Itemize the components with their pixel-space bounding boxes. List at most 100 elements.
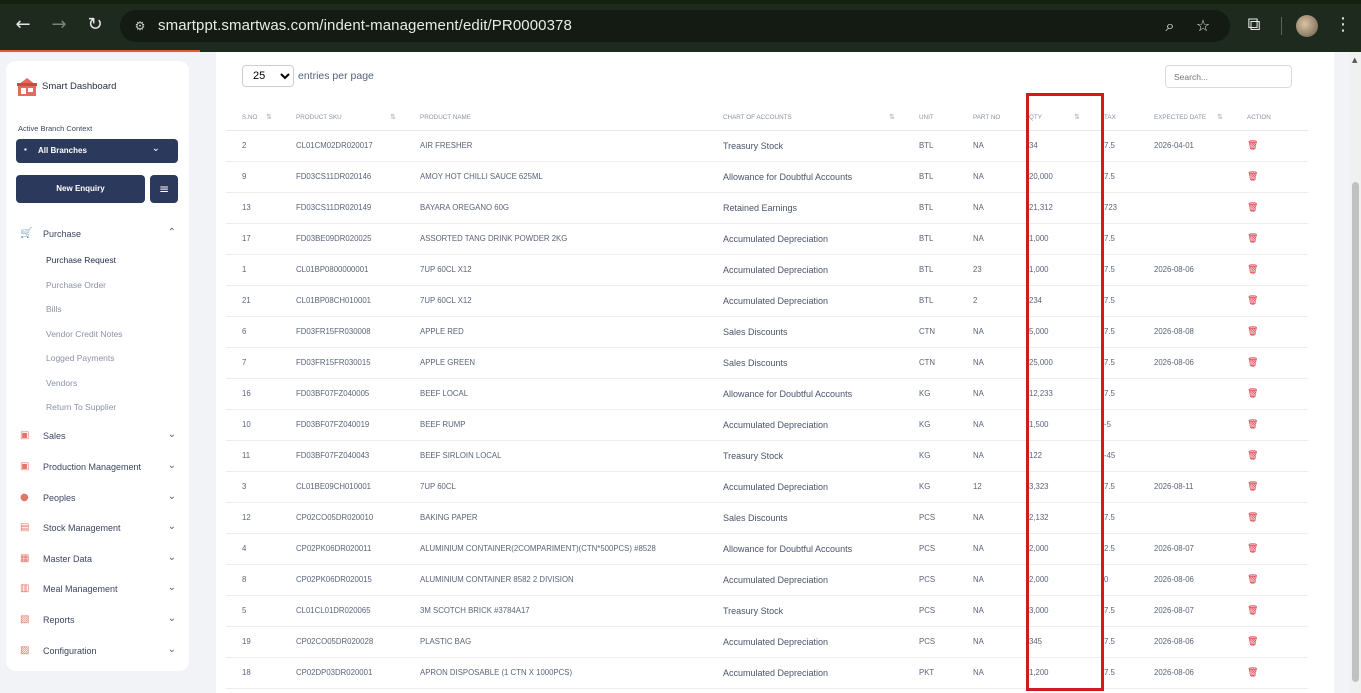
sidebar: Smart Dashboard Active Branch Context ▪ … — [6, 61, 189, 671]
sidebar-item-label: Reports — [43, 615, 75, 625]
sidebar-subitem-purchase-order[interactable]: Purchase Order — [46, 280, 106, 290]
cell-chart-of-accounts: Treasury Stock — [707, 130, 903, 162]
page-scrollbar[interactable]: ▲ — [1350, 52, 1361, 693]
cell-expected-date — [1138, 502, 1231, 534]
sidebar-subitem-vendors[interactable]: Vendors — [46, 378, 77, 388]
sort-icon[interactable]: ⇅ — [1217, 113, 1223, 121]
cell-expected-date — [1138, 161, 1231, 193]
sidebar-subitem-logged-payments[interactable]: Logged Payments — [46, 353, 115, 363]
trash-icon[interactable]: 🗑 — [1247, 327, 1258, 337]
zoom-icon[interactable]: ⌕ — [1160, 16, 1180, 36]
cell-sku: FD03CS11DR020149 — [280, 192, 404, 224]
column-header-product-sku[interactable]: PRODUCT SKU ⇅ — [280, 106, 404, 131]
more-menu-icon[interactable]: ⋮ — [1332, 14, 1354, 36]
trash-icon[interactable]: 🗑 — [1247, 203, 1258, 213]
sidebar-subitem-bills[interactable]: Bills — [46, 304, 62, 314]
trash-icon[interactable]: 🗑 — [1247, 141, 1258, 151]
sidebar-item-master-data[interactable]: ▦ Master Data ⌄ — [18, 550, 180, 570]
cell-sku: FD03CS11DR020146 — [280, 161, 404, 193]
cell-expected-date: 2026-08-06 — [1138, 626, 1231, 658]
trash-icon[interactable]: 🗑 — [1247, 575, 1258, 585]
sidebar-item-stock-management[interactable]: ▤ Stock Management ⌄ — [18, 519, 180, 539]
sidebar-item-meal-management[interactable]: ▥ Meal Management ⌄ — [18, 580, 180, 600]
cell-expected-date: 2026-08-06 — [1138, 254, 1231, 286]
column-header-part-no[interactable]: PART NO — [957, 106, 1013, 131]
table-row: 12 CP02CO05DR020010 BAKING PAPER Sales Disc… — [226, 502, 1308, 534]
table-row: 19 CP02CO05DR020028 PLASTIC BAG Accumulated… — [226, 626, 1308, 658]
sidebar-subitem-purchase-request[interactable]: Purchase Request — [46, 255, 116, 265]
sidebar-item-label: Production Management — [43, 462, 142, 472]
cell-sku: CP02CO05DR020028 — [280, 626, 404, 658]
trash-icon[interactable]: 🗑 — [1247, 265, 1258, 275]
branch-select-value: All Branches — [38, 146, 87, 155]
column-header-chart-of-accounts[interactable]: CHART OF ACCOUNTS ⇅ — [707, 106, 903, 131]
sort-icon[interactable]: ⇅ — [889, 113, 895, 121]
column-header-sno[interactable]: S.NO ⇅ — [226, 106, 280, 131]
new-enquiry-button[interactable]: New Enquiry — [16, 175, 145, 203]
trash-icon[interactable]: 🗑 — [1247, 420, 1258, 430]
cell-expected-date: 2026-08-06 — [1138, 657, 1231, 689]
sidebar-subitem-return-to-supplier[interactable]: Return To Supplier — [46, 402, 116, 412]
cell-unit: KG — [903, 440, 957, 472]
back-icon[interactable]: ← — [12, 14, 34, 36]
column-header-product-name[interactable]: PRODUCT NAME — [404, 106, 707, 131]
trash-icon[interactable]: 🗑 — [1247, 482, 1258, 492]
trash-icon[interactable]: 🗑 — [1247, 358, 1258, 368]
sidebar-item-sales[interactable]: ▣ Sales ⌄ — [18, 427, 180, 447]
trash-icon[interactable]: 🗑 — [1247, 668, 1258, 678]
table-row: 13 FD03CS11DR020149 BAYARA OREGANO 60G Reta… — [226, 192, 1308, 224]
trash-icon[interactable]: 🗑 — [1247, 234, 1258, 244]
sort-icon[interactable]: ⇅ — [390, 113, 396, 121]
cell-chart-of-accounts: Allowance for Doubtful Accounts — [707, 533, 903, 565]
url-text[interactable]: smartppt.smartwas.com/indent-management/… — [158, 17, 572, 34]
sidebar-subitem-vendor-credit-notes[interactable]: Vendor Credit Notes — [46, 329, 123, 339]
cell-sno: 13 — [226, 192, 280, 224]
branch-select[interactable]: ▪ All Branches ⌄ — [16, 139, 178, 163]
sidebar-item-purchase[interactable]: 🛒 Purchase ⌃ — [18, 225, 180, 245]
trash-icon[interactable]: 🗑 — [1247, 606, 1258, 616]
trash-icon[interactable]: 🗑 — [1247, 172, 1258, 182]
site-info-icon[interactable]: ⚙ — [132, 18, 148, 34]
cell-sno: 17 — [226, 223, 280, 255]
cell-expected-date: 2026-08-08 — [1138, 316, 1231, 348]
address-bar[interactable]: ⚙ smartppt.smartwas.com/indent-managemen… — [120, 10, 1230, 42]
forward-icon[interactable]: → — [48, 14, 70, 36]
reload-icon[interactable]: ↻ — [84, 14, 106, 36]
cell-unit: PCS — [903, 533, 957, 565]
cell-sku: CL01BE09CH010001 — [280, 471, 404, 503]
hamburger-menu-icon[interactable]: ≡ — [150, 175, 178, 203]
entries-select[interactable]: 25 — [242, 65, 294, 87]
bookmark-star-icon[interactable]: ☆ — [1193, 16, 1213, 36]
sidebar-item-peoples[interactable]: ● Peoples ⌄ — [18, 489, 180, 509]
scrollbar-thumb[interactable] — [1352, 182, 1359, 682]
cell-unit: KG — [903, 409, 957, 441]
cell-product-name: AIR FRESHER — [404, 130, 707, 162]
cell-chart-of-accounts: Sales Discounts — [707, 316, 903, 348]
extensions-icon[interactable]: ⧉ — [1243, 14, 1265, 36]
trash-icon[interactable]: 🗑 — [1247, 513, 1258, 523]
sidebar-item-production-management[interactable]: ▣ Production Management ⌄ — [18, 458, 180, 478]
column-header-expected-date[interactable]: EXPECTED DATE ⇅ — [1138, 106, 1231, 131]
profile-avatar[interactable] — [1296, 15, 1318, 37]
cell-part-no: NA — [957, 626, 1013, 658]
scroll-up-arrow-icon[interactable]: ▲ — [1352, 56, 1357, 64]
cell-unit: KG — [903, 471, 957, 503]
trash-icon[interactable]: 🗑 — [1247, 637, 1258, 647]
column-header-unit[interactable]: UNIT — [903, 106, 957, 131]
stock-icon: ▤ — [20, 522, 30, 533]
cell-unit: BTL — [903, 254, 957, 286]
trash-icon[interactable]: 🗑 — [1247, 389, 1258, 399]
chevron-down-icon: ⌄ — [167, 491, 176, 502]
trash-icon[interactable]: 🗑 — [1247, 296, 1258, 306]
sort-icon[interactable]: ⇅ — [266, 113, 272, 121]
table-row: 5 CL01CL01DR020065 3M SCOTCH BRICK #3784A1… — [226, 595, 1308, 627]
trash-icon[interactable]: 🗑 — [1247, 544, 1258, 554]
cell-expected-date — [1138, 223, 1231, 255]
sidebar-item-reports[interactable]: ▧ Reports ⌄ — [18, 611, 180, 631]
main-card: 25 entries per page S.NO⇅ PRODUCT SKU⇅ P… — [216, 52, 1334, 693]
search-input[interactable] — [1165, 65, 1292, 88]
cell-part-no: NA — [957, 347, 1013, 379]
people-icon: ● — [20, 492, 29, 503]
sidebar-item-configuration[interactable]: ▨ Configuration ⌄ — [18, 642, 180, 662]
trash-icon[interactable]: 🗑 — [1247, 451, 1258, 461]
